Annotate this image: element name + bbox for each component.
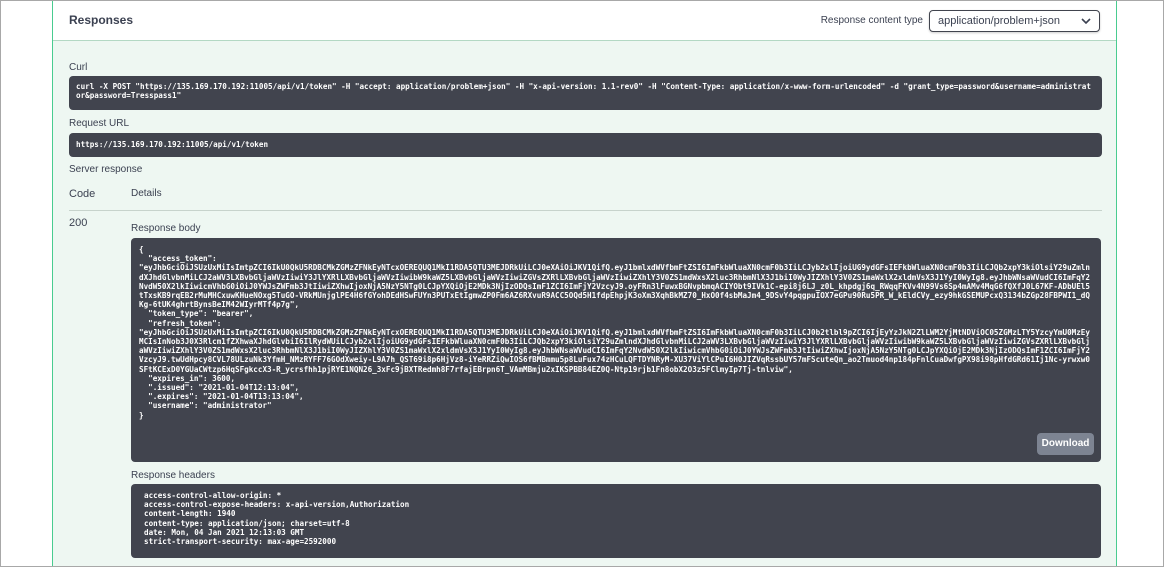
response-content-type-select[interactable]: application/problem+json [929, 10, 1100, 32]
response-body-label: Response body [131, 223, 201, 234]
responses-title: Responses [69, 13, 134, 27]
curl-label: Curl [69, 62, 88, 73]
response-content-type-value: application/problem+json [938, 15, 1060, 27]
table-divider [69, 210, 1102, 211]
request-url-label: Request URL [69, 118, 130, 129]
request-url-value[interactable]: https://135.169.170.192:11005/api/v1/tok… [69, 133, 1102, 157]
responses-panel: Responses Response content type applicat… [52, 1, 1117, 566]
code-column-header: Code [69, 188, 96, 200]
response-body[interactable]: { "access_token": "eyJhbGciOiJSUzUxMiIsI… [131, 238, 1101, 462]
curl-command[interactable]: curl -X POST "https://135.169.170.192:11… [69, 76, 1102, 110]
download-button[interactable]: Download [1037, 433, 1094, 455]
status-code: 200 [69, 217, 88, 229]
chevron-down-icon [1081, 18, 1091, 24]
response-headers-label: Response headers [131, 470, 215, 481]
responses-header: Responses Response content type applicat… [53, 1, 1116, 41]
response-content-type-label: Response content type [820, 15, 923, 26]
response-headers[interactable]: access-control-allow-origin: * access-co… [131, 484, 1101, 558]
window-frame: Responses Response content type applicat… [0, 0, 1164, 567]
server-response-label: Server response [69, 164, 143, 175]
details-column-header: Details [131, 188, 162, 199]
